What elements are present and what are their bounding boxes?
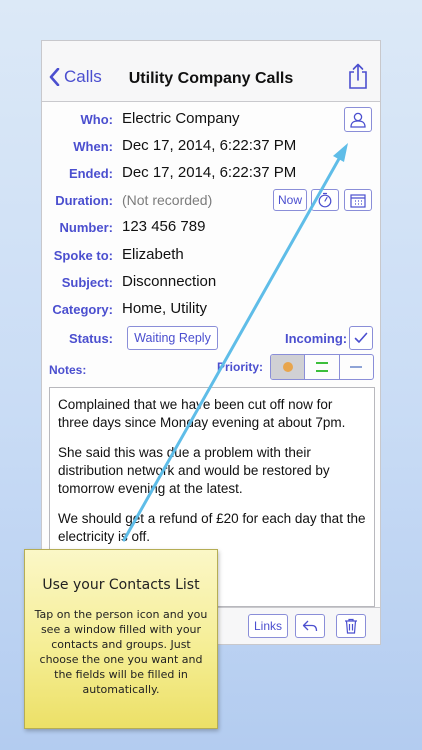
priority-low-segment[interactable]	[340, 355, 373, 379]
duration-label: Duration:	[55, 193, 113, 208]
reply-arrow-icon	[302, 620, 318, 632]
page-title: Utility Company Calls	[128, 70, 294, 87]
stopwatch-icon	[318, 192, 332, 208]
trash-icon	[345, 618, 357, 634]
delete-button[interactable]	[336, 614, 366, 638]
incoming-label: Incoming:	[285, 331, 348, 346]
when-label: When:	[73, 139, 113, 154]
timer-button[interactable]	[311, 189, 339, 211]
links-button[interactable]: Links	[248, 614, 288, 638]
notes-paragraph: She said this was due a problem with the…	[58, 445, 330, 496]
ended-label: Ended:	[68, 166, 113, 181]
subject-value[interactable]: Disconnection	[122, 273, 216, 290]
notes-paragraph: Complained that we have been cut off now…	[58, 397, 346, 430]
person-icon	[350, 112, 366, 128]
incoming-checkbox[interactable]	[349, 326, 373, 350]
number-label: Number:	[59, 220, 113, 235]
priority-low-icon	[350, 366, 363, 368]
priority-high-segment[interactable]	[271, 355, 306, 379]
spoke-to-value[interactable]: Elizabeth	[122, 246, 184, 263]
tip-title: Use your Contacts List	[42, 577, 200, 593]
duration-value[interactable]: (Not recorded)	[122, 192, 212, 208]
status-button[interactable]: Waiting Reply	[127, 326, 218, 350]
who-label: Who:	[80, 112, 113, 127]
who-row: Who: Electric Company	[42, 108, 380, 132]
subject-label: Subject:	[61, 275, 113, 290]
calendar-button[interactable]	[344, 189, 372, 211]
priority-high-icon	[282, 362, 293, 372]
ended-value[interactable]: Dec 17, 2014, 6:22:37 PM	[122, 164, 296, 181]
share-icon[interactable]	[348, 63, 368, 89]
number-row: Number: 123 456 789	[42, 216, 380, 240]
ended-row: Ended: Dec 17, 2014, 6:22:37 PM	[42, 162, 380, 186]
category-label: Category:	[52, 302, 113, 317]
priority-label: Priority:	[217, 360, 264, 374]
spoke-to-row: Spoke to: Elizabeth	[42, 244, 380, 268]
notes-paragraph: We should get a refund of £20 for each d…	[58, 511, 366, 544]
number-value[interactable]: 123 456 789	[122, 218, 205, 235]
calendar-icon	[350, 193, 366, 208]
now-button[interactable]: Now	[273, 189, 307, 211]
category-value[interactable]: Home, Utility	[122, 300, 207, 317]
subject-row: Subject: Disconnection	[42, 271, 380, 295]
spoke-to-label: Spoke to:	[53, 248, 113, 263]
checkmark-icon	[354, 332, 368, 343]
reply-button[interactable]	[295, 614, 325, 638]
when-row: When: Dec 17, 2014, 6:22:37 PM	[42, 135, 380, 159]
who-value[interactable]: Electric Company	[122, 110, 240, 127]
tip-body: Tap on the person icon and you see a win…	[34, 608, 208, 696]
notes-label: Notes:	[49, 363, 87, 377]
navigation-bar: Calls Utility Company Calls	[42, 41, 380, 102]
category-row: Category: Home, Utility	[42, 298, 380, 322]
when-value[interactable]: Dec 17, 2014, 6:22:37 PM	[122, 137, 296, 154]
priority-segmented-control	[270, 354, 374, 380]
priority-medium-icon	[315, 362, 328, 372]
tip-callout: Use your Contacts List Tap on the person…	[24, 549, 218, 729]
priority-medium-segment[interactable]	[305, 355, 340, 379]
contacts-button[interactable]	[344, 107, 372, 132]
status-label: Status:	[68, 331, 113, 346]
